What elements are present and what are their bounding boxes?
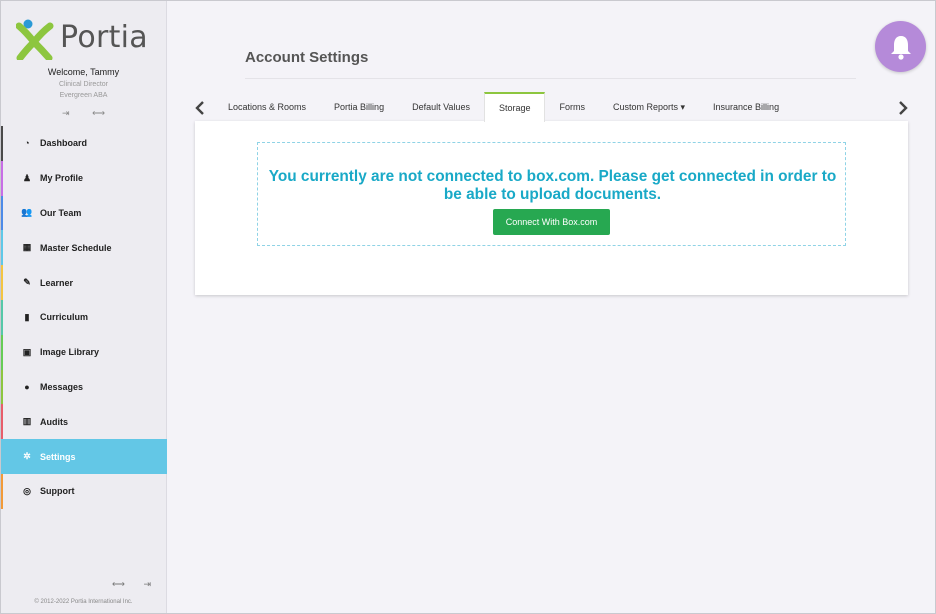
sidebar-nav: ◔ Dashboard ♟ My Profile 👥 Our Team ▦ Master Sc… xyxy=(0,126,167,509)
welcome-text: Welcome, Tammy xyxy=(47,67,120,77)
sidebar-item-our-team[interactable]: 👥 Our Team xyxy=(0,195,167,231)
dashboard-icon: ◔ xyxy=(24,138,30,149)
bottom-tools: ⟷ ⇥ xyxy=(0,579,167,590)
settings-tabs: Locations & Rooms Portia Billing Default V… xyxy=(214,92,793,122)
sidebar-item-accent xyxy=(0,334,3,370)
sidebar-item-label: Audits xyxy=(40,416,68,427)
logout-icon[interactable]: ⇥ xyxy=(62,108,70,118)
sidebar-item-accent xyxy=(0,299,3,335)
team-icon: 👥 xyxy=(21,207,33,218)
copyright: © 2012-2022 Portia International Inc. xyxy=(34,599,133,605)
box-notice: You currently are not connected to box.c… xyxy=(257,142,846,246)
signout-icon[interactable]: ⇥ xyxy=(143,579,151,589)
user-icon: ♟ xyxy=(22,172,32,183)
calendar-icon: ▦ xyxy=(22,242,32,253)
sidebar-item-label: Dashboard xyxy=(40,138,88,149)
image-icon: ▣ xyxy=(22,346,32,357)
bar-chart-icon: ▥ xyxy=(22,416,32,427)
sidebar-item-accent xyxy=(0,473,3,509)
tab-insurance-billing[interactable]: Insurance Billing xyxy=(699,92,793,122)
sidebar-item-label: Learner xyxy=(40,277,74,288)
sidebar-item-my-profile[interactable]: ♟ My Profile xyxy=(0,160,167,196)
notification-bell-button[interactable] xyxy=(875,21,926,72)
sidebar-item-label: Support xyxy=(40,486,75,497)
sidebar-item-accent xyxy=(0,265,3,300)
tabs-next-button[interactable] xyxy=(895,98,911,118)
tab-portia-billing[interactable]: Portia Billing xyxy=(320,92,398,122)
sidebar-item-accent xyxy=(0,439,3,474)
logo-text: Portia xyxy=(60,20,148,55)
sidebar-item-image-library[interactable]: ▣ Image Library xyxy=(0,334,167,370)
sidebar-item-accent xyxy=(0,404,3,440)
sidebar-item-label: Curriculum xyxy=(40,312,89,323)
book-icon: ▮ xyxy=(24,311,30,322)
tab-custom-reports[interactable]: Custom Reports ▾ xyxy=(599,92,699,122)
sidebar-item-label: Image Library xyxy=(40,347,100,358)
sidebar-item-label: Master Schedule xyxy=(40,242,112,253)
pencil-icon: ✎ xyxy=(23,277,31,288)
tab-storage[interactable]: Storage xyxy=(483,92,546,122)
connect-box-button[interactable]: Connect With Box.com xyxy=(493,209,610,235)
sidebar-item-master-schedule[interactable]: ▦ Master Schedule xyxy=(0,230,167,266)
sidebar-item-label: Messages xyxy=(40,381,84,392)
sidebar-item-accent xyxy=(0,230,3,266)
sidebar-item-accent xyxy=(0,369,3,405)
lifebuoy-icon: ◎ xyxy=(23,485,31,496)
sidebar-item-accent xyxy=(0,195,3,231)
tabs-prev-button[interactable] xyxy=(192,98,208,118)
resize-icon[interactable]: ⟷ xyxy=(92,108,105,118)
sidebar-item-accent xyxy=(0,126,3,161)
sidebar-item-dashboard[interactable]: ◔ Dashboard xyxy=(0,126,167,161)
page-title: Account Settings xyxy=(245,49,369,66)
sidebar-item-curriculum[interactable]: ▮ Curriculum xyxy=(0,299,167,335)
sidebar-item-label: My Profile xyxy=(40,173,84,184)
tab-default-values[interactable]: Default Values xyxy=(398,92,484,122)
sidebar-item-label: Settings xyxy=(40,451,76,462)
gear-icon: ✲ xyxy=(23,451,31,462)
chevron-right-icon xyxy=(899,101,908,115)
bell-icon xyxy=(890,35,911,60)
sidebar-item-audits[interactable]: ▥ Audits xyxy=(0,404,167,440)
user-org: Evergreen ABA xyxy=(59,92,108,99)
sidebar-item-learner[interactable]: ✎ Learner xyxy=(0,265,167,300)
sidebar-item-label: Our Team xyxy=(40,207,82,218)
user-tools: ⇥ ⟷ xyxy=(0,108,167,119)
sidebar-item-support[interactable]: ◎ Support xyxy=(0,473,167,509)
sidebar-item-accent xyxy=(0,160,3,196)
tab-forms[interactable]: Forms xyxy=(545,92,599,122)
comment-icon: ● xyxy=(24,381,30,392)
sidebar-item-messages[interactable]: ● Messages xyxy=(0,369,167,405)
sidebar-item-settings[interactable]: ✲ Settings xyxy=(0,439,167,474)
title-divider xyxy=(245,78,856,79)
sidebar: Portia Welcome, Tammy Clinical Director … xyxy=(0,0,167,614)
notice-text: You currently are not connected to box.c… xyxy=(268,168,837,203)
settings-panel: You currently are not connected to box.c… xyxy=(195,121,908,295)
collapse-icon[interactable]: ⟷ xyxy=(112,579,125,589)
user-role: Clinical Director xyxy=(58,81,108,88)
tab-locations-rooms[interactable]: Locations & Rooms xyxy=(214,92,320,122)
chevron-left-icon xyxy=(195,101,204,115)
